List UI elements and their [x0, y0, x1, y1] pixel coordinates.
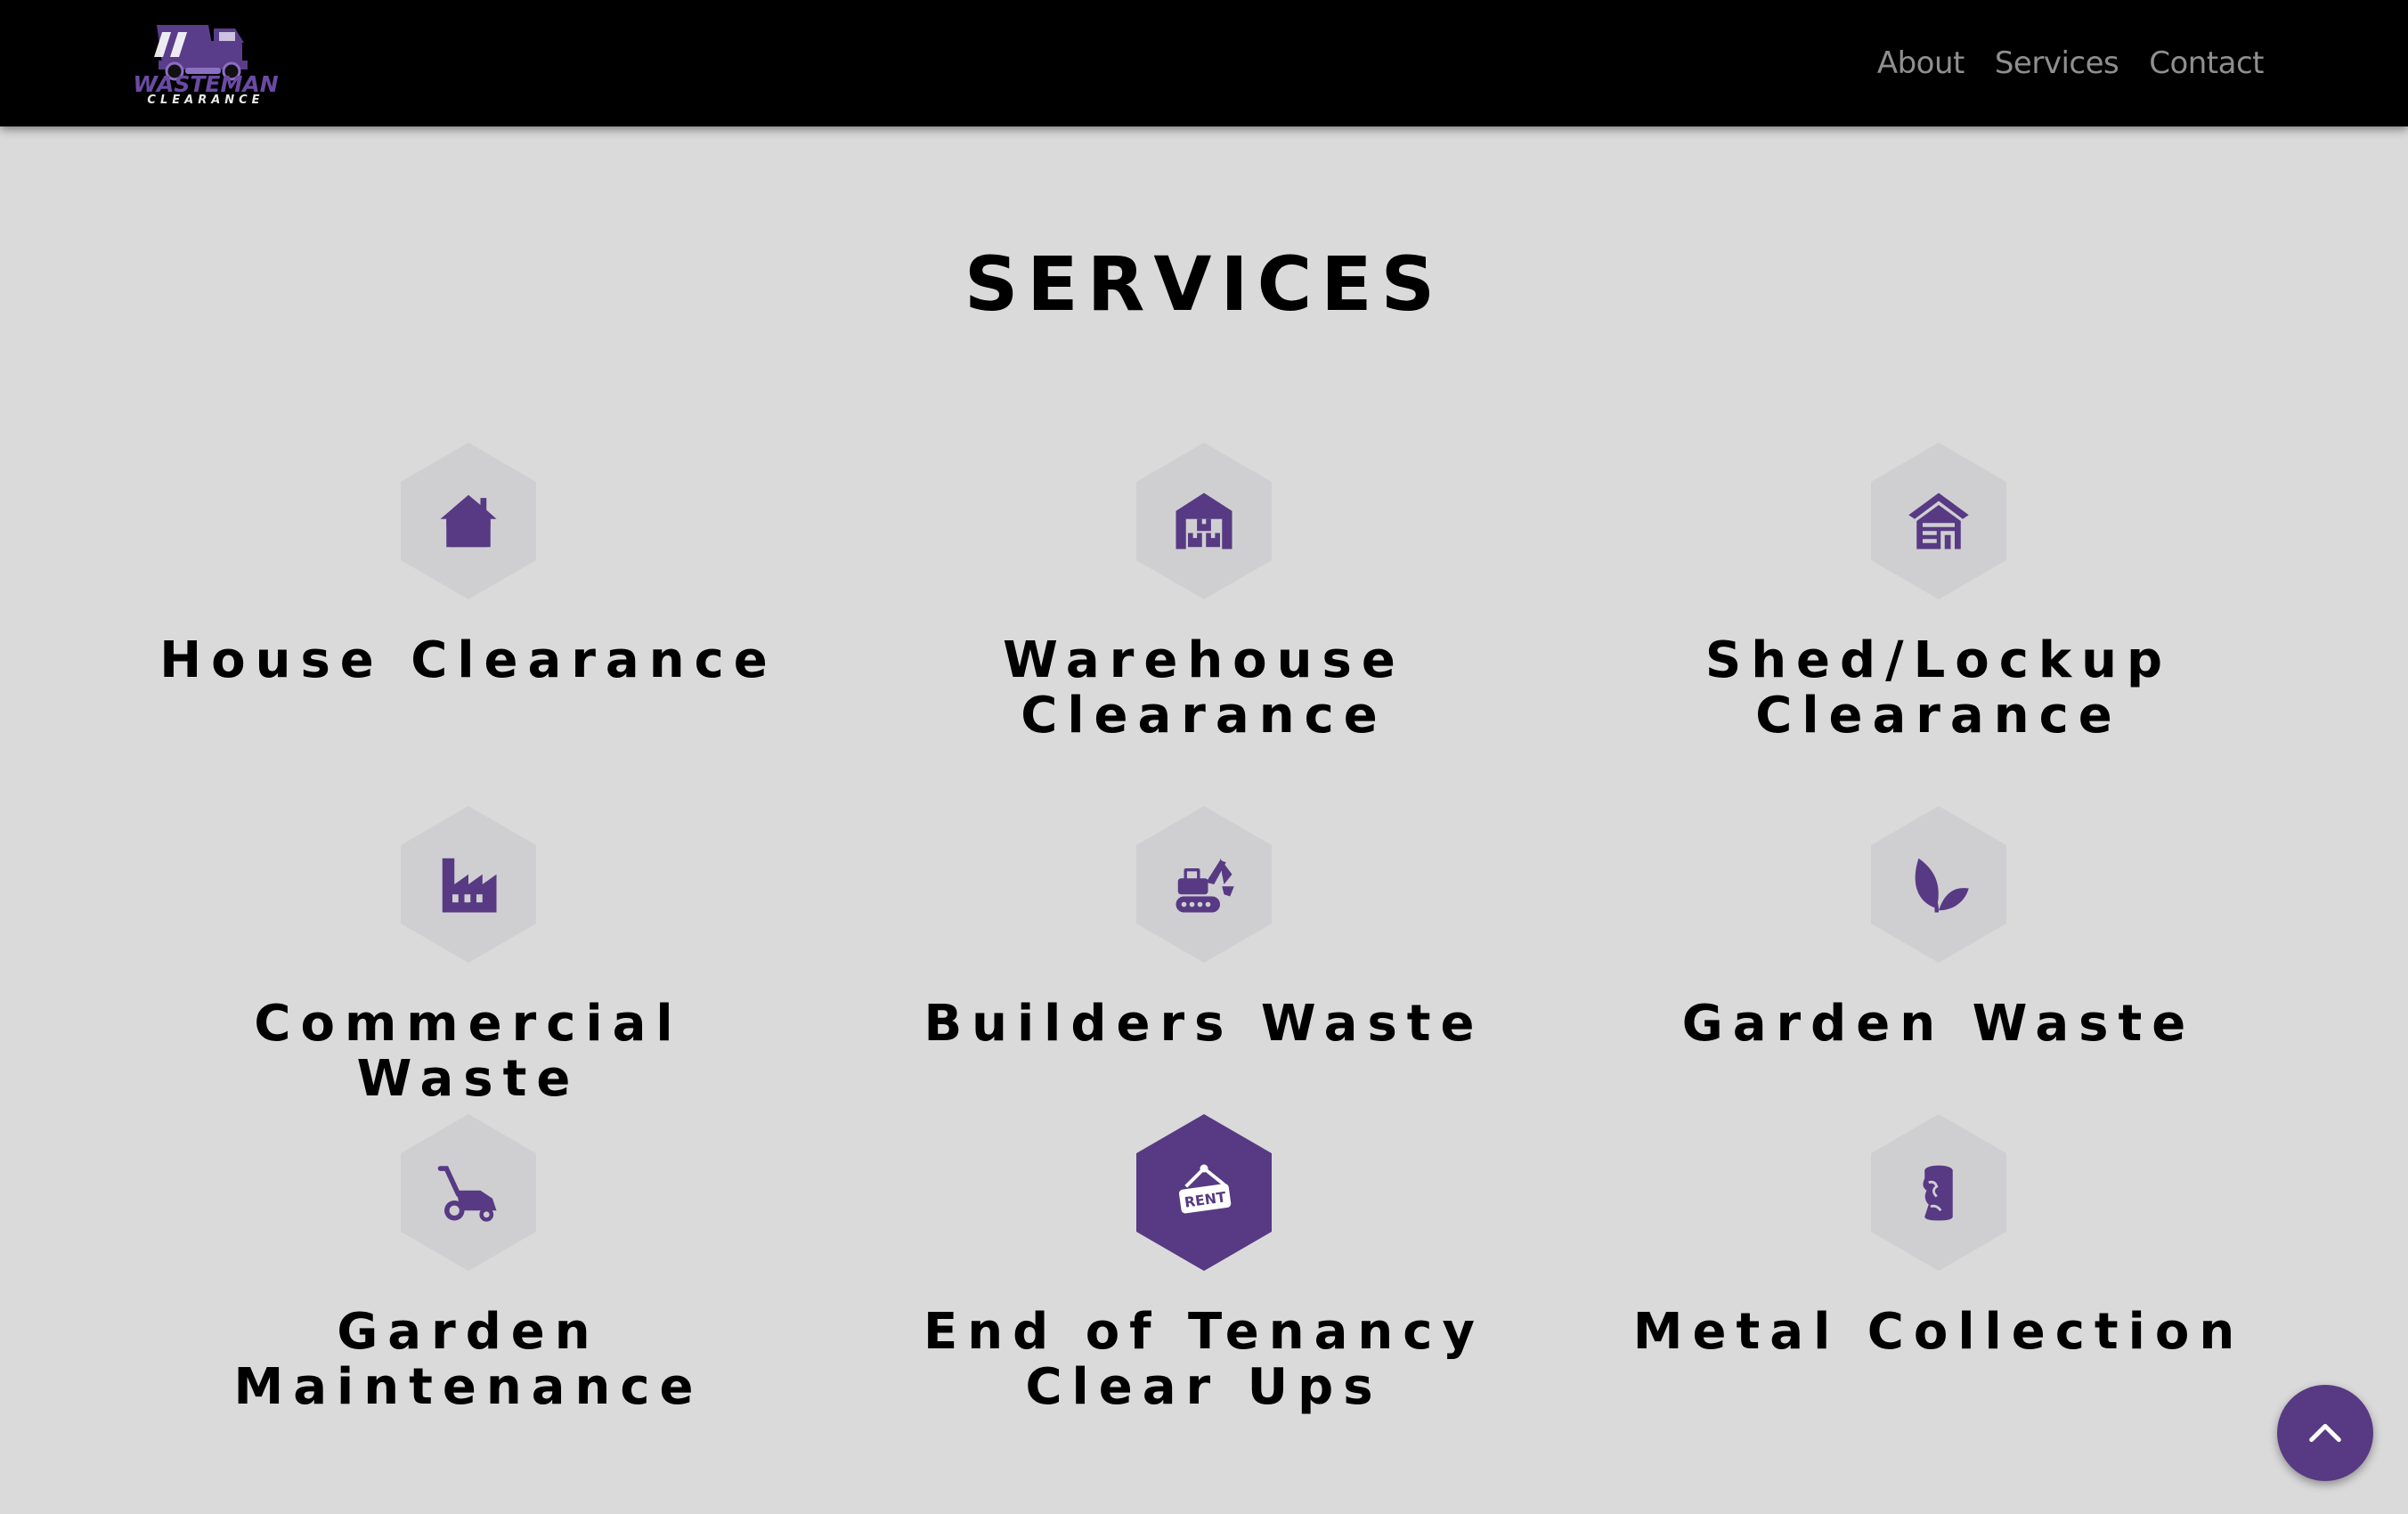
service-label: Garden Maintenance: [233, 1303, 704, 1416]
dump-truck-icon: WASTEMAN CLEARANCE: [133, 25, 279, 105]
leaf-icon: [1871, 806, 2006, 963]
nav-link-about[interactable]: About: [1877, 45, 1965, 81]
service-label: Metal Collection: [1632, 1303, 2245, 1361]
service-commercial-waste[interactable]: Commercial Waste: [130, 806, 807, 1107]
chevron-up-icon: [2309, 1423, 2341, 1443]
nav-links: About Services Contact: [1877, 0, 2265, 126]
service-label: End of Tenancy Clear Ups: [923, 1303, 1485, 1416]
service-warehouse-clearance[interactable]: Warehouse Clearance: [866, 443, 1542, 744]
svg-text:CLEARANCE: CLEARANCE: [147, 94, 264, 105]
service-garden-waste[interactable]: Garden Waste: [1600, 806, 2277, 1052]
navbar: WASTEMAN CLEARANCE About Services Contac…: [0, 0, 2408, 126]
nav-link-services[interactable]: Services: [1995, 45, 2119, 81]
service-house-clearance[interactable]: House Clearance: [130, 443, 807, 688]
service-label: Builders Waste: [923, 995, 1485, 1053]
lawn-mower-icon: [401, 1114, 536, 1271]
service-end-of-tenancy[interactable]: RENT End of Tenancy Clear Ups: [866, 1114, 1542, 1415]
excavator-icon: [1136, 806, 1272, 963]
metal-can-icon: [1871, 1114, 2006, 1271]
service-label: Commercial Waste: [254, 995, 683, 1108]
service-label: Garden Waste: [1681, 995, 2196, 1053]
service-shed-lockup-clearance[interactable]: Shed/Lockup Clearance: [1600, 443, 2277, 744]
scroll-to-top-button[interactable]: [2277, 1385, 2373, 1481]
service-label: House Clearance: [159, 631, 777, 689]
warehouse-icon: [1136, 443, 1272, 599]
factory-icon: [401, 806, 536, 963]
service-metal-collection[interactable]: Metal Collection: [1600, 1114, 2277, 1360]
services-section: SERVICES House Clearance Warehouse Clear: [0, 126, 2408, 1514]
house-icon: [401, 443, 536, 599]
section-title: SERVICES: [964, 240, 1444, 328]
shed-icon: [1871, 443, 2006, 599]
service-garden-maintenance[interactable]: Garden Maintenance: [130, 1114, 807, 1415]
service-label: Shed/Lockup Clearance: [1704, 631, 2173, 745]
brand-logo[interactable]: WASTEMAN CLEARANCE: [126, 21, 285, 105]
rent-sign-icon: RENT: [1136, 1114, 1272, 1271]
service-label: Warehouse Clearance: [1003, 631, 1405, 745]
service-builders-waste[interactable]: Builders Waste: [866, 806, 1542, 1052]
nav-link-contact[interactable]: Contact: [2149, 45, 2264, 81]
